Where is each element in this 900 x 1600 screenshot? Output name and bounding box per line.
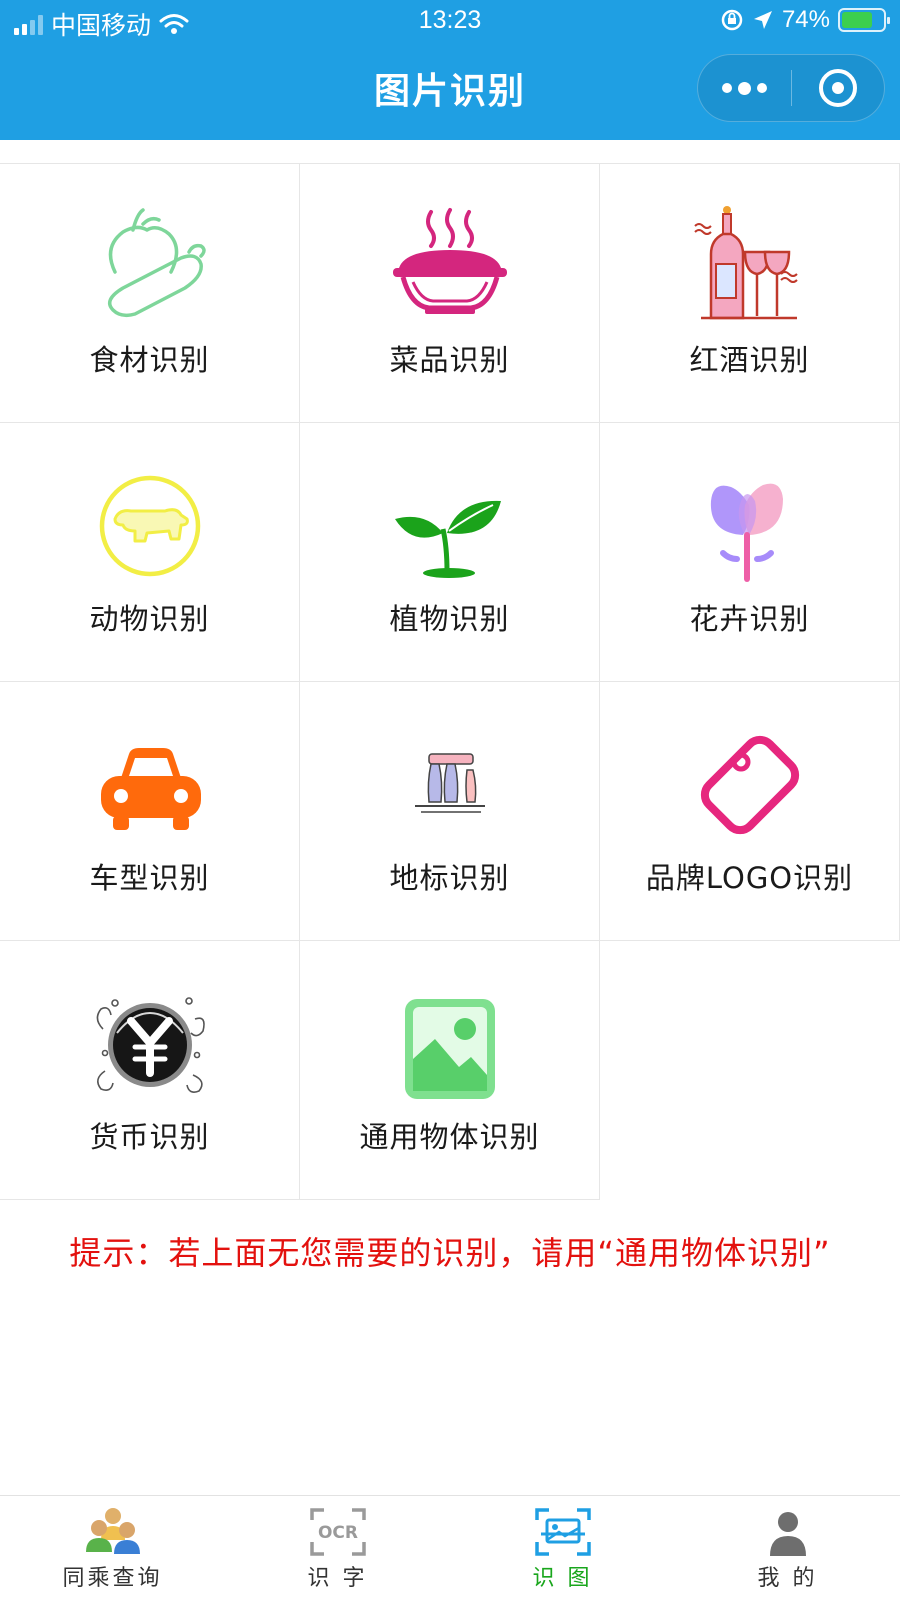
grid-item-general-object[interactable]: 通用物体识别: [299, 941, 600, 1200]
app-header: 中国移动 13:23 74% 图片识别: [0, 0, 900, 140]
user-icon: [758, 1506, 818, 1558]
tab-ocr[interactable]: OCR 识 字: [225, 1496, 450, 1600]
grid-item-label: 食材识别: [89, 343, 210, 377]
tab-label: 同乘查询: [62, 1566, 163, 1591]
more-menu-button[interactable]: [698, 55, 791, 121]
grid-item-label: 品牌LOGO识别: [645, 861, 854, 895]
recognition-grid: 食材识别 菜品识别 红酒识别 动物识别 植物识别 花卉识别 车型识别 地标识别 …: [0, 163, 900, 1200]
location-icon: [753, 11, 772, 29]
tab-ride-query[interactable]: 同乘查询: [0, 1496, 225, 1600]
tulip-icon: [685, 461, 815, 591]
tab-label: 我 的: [757, 1566, 818, 1591]
rotation-lock-icon: [721, 9, 743, 31]
people-icon: [83, 1506, 143, 1558]
grid-item-label: 地标识别: [389, 861, 510, 895]
yuan-coin-icon: [85, 979, 215, 1109]
grid-item-label: 花卉识别: [689, 602, 810, 636]
grid-item-currency[interactable]: 货币识别: [0, 941, 300, 1200]
battery-icon: [838, 8, 890, 32]
tab-mine[interactable]: 我 的: [675, 1496, 900, 1600]
grid-item-label: 动物识别: [89, 602, 210, 636]
grid-item-car[interactable]: 车型识别: [0, 682, 300, 941]
miniprogram-capsule: [697, 54, 885, 122]
grid-item-landmark[interactable]: 地标识别: [299, 682, 600, 941]
stonehenge-icon: [385, 720, 515, 850]
target-icon: [818, 69, 857, 107]
grid-item-animal[interactable]: 动物识别: [0, 423, 300, 682]
grid-item-dish[interactable]: 菜品识别: [299, 164, 600, 423]
grid-item-label: 车型识别: [89, 861, 210, 895]
battery-percent: 74%: [781, 6, 830, 33]
grid-item-label: 菜品识别: [389, 343, 510, 377]
ocr-icon: OCR: [308, 1506, 368, 1558]
grid-item-label: 货币识别: [89, 1120, 210, 1154]
grid-item-label: 植物识别: [389, 602, 510, 636]
close-miniprogram-button[interactable]: [792, 55, 884, 121]
vegetables-icon: [85, 202, 215, 332]
status-bar: 中国移动 13:23 74%: [0, 0, 900, 46]
grid-item-label: 红酒识别: [689, 343, 810, 377]
grid-empty-cell: [599, 941, 900, 1200]
bottom-tab-bar: 同乘查询 OCR 识 字 识 图 我 的: [0, 1495, 900, 1600]
tab-label: 识 图: [532, 1566, 593, 1591]
grid-item-flower[interactable]: 花卉识别: [599, 423, 900, 682]
wine-bottle-icon: [685, 202, 815, 332]
hint-text: 提示：若上面无您需要的识别，请用“通用物体识别”: [69, 1234, 831, 1272]
grid-item-ingredient[interactable]: 食材识别: [0, 164, 300, 423]
tag-icon: [685, 720, 815, 850]
tab-label: 识 字: [307, 1566, 368, 1591]
scan-image-icon: [533, 1506, 593, 1558]
polar-bear-icon: [85, 461, 215, 591]
seedling-icon: [385, 461, 515, 591]
grid-item-plant[interactable]: 植物识别: [299, 423, 600, 682]
svg-text:OCR: OCR: [317, 1523, 357, 1543]
grid-item-brand-logo[interactable]: 品牌LOGO识别: [599, 682, 900, 941]
car-icon: [85, 720, 215, 850]
tab-image-recognition[interactable]: 识 图: [450, 1496, 675, 1600]
image-icon: [385, 979, 515, 1109]
more-dots-icon: [722, 83, 732, 93]
grid-item-wine[interactable]: 红酒识别: [599, 164, 900, 423]
grid-item-label: 通用物体识别: [359, 1120, 540, 1154]
hot-dish-icon: [385, 202, 515, 332]
